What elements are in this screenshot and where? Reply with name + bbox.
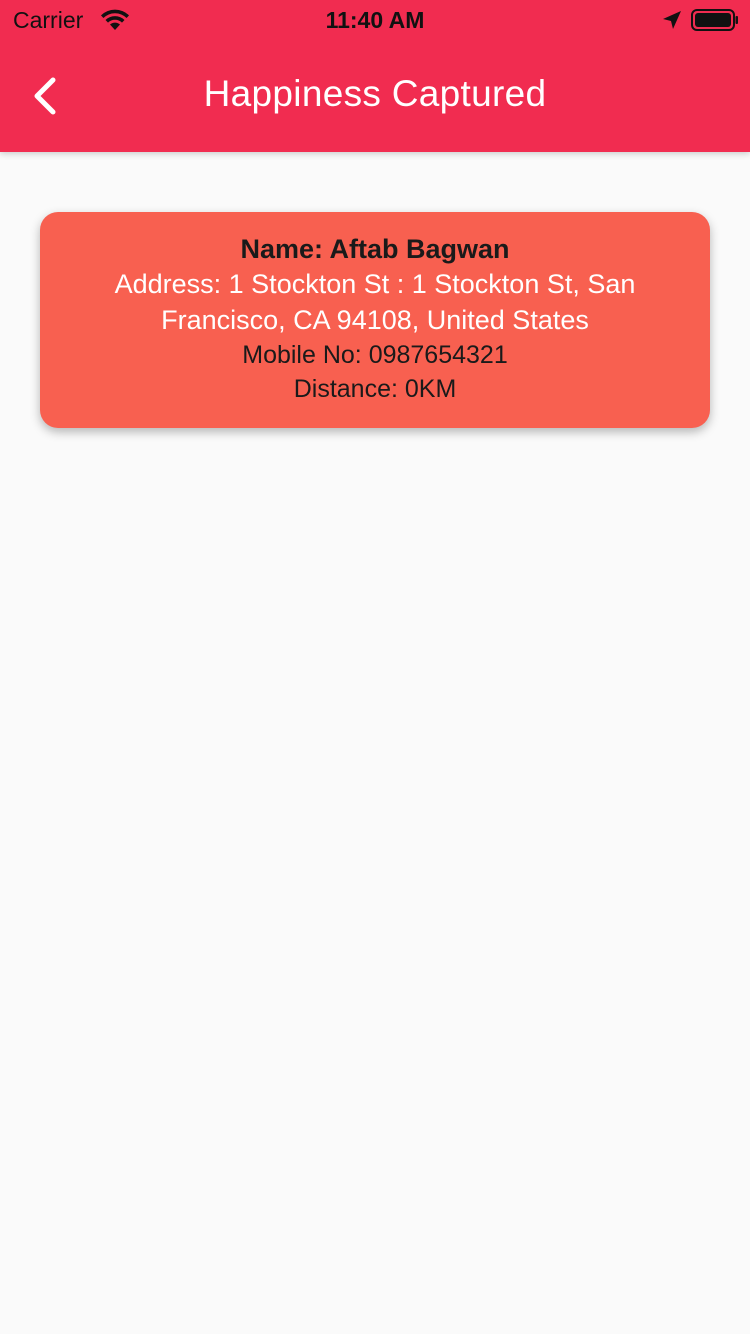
- card-name: Name: Aftab Bagwan: [240, 234, 510, 264]
- battery-full-icon: [691, 9, 738, 31]
- card-distance: Distance: 0KM: [293, 375, 457, 403]
- navigation-bar: Happiness Captured: [0, 40, 750, 152]
- happiness-card[interactable]: Name: Aftab Bagwan Address: 1 Stockton S…: [40, 212, 710, 428]
- status-bar: Carrier 11:40 AM: [0, 0, 750, 40]
- location-arrow-icon: [663, 11, 681, 29]
- status-time: 11:40 AM: [325, 7, 425, 33]
- card-mobile: Mobile No: 0987654321: [242, 341, 508, 369]
- card-address: Address: 1 Stockton St : 1 Stockton St, …: [114, 269, 636, 335]
- app-header: Carrier 11:40 AM Happiness Captured: [0, 0, 750, 152]
- page-title: Happiness Captured: [203, 73, 547, 114]
